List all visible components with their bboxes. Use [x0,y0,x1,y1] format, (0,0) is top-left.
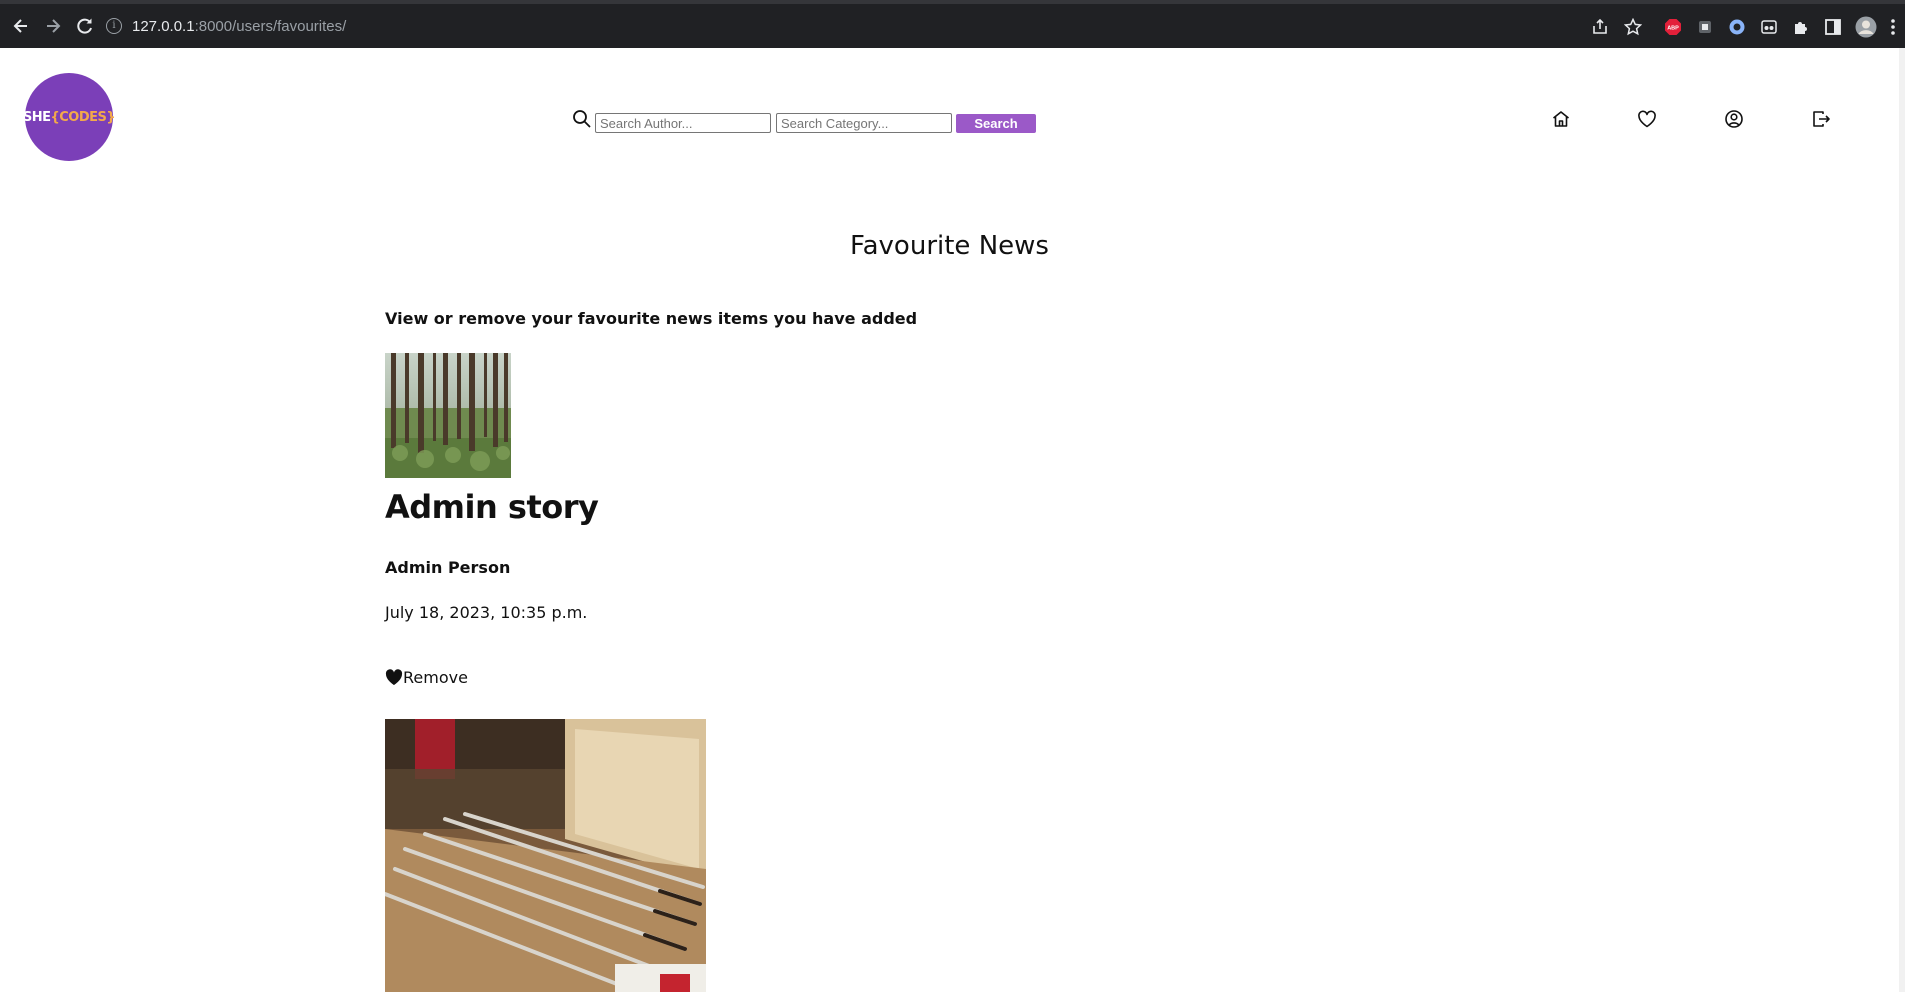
menu-icon[interactable] [1888,17,1898,37]
news-author: Admin Person [385,558,511,577]
page-title: Favourite News [850,231,1049,261]
extension-icon[interactable] [1696,18,1714,36]
logout-icon[interactable] [1810,108,1832,130]
url-path: :8000/users/favourites/ [194,17,347,35]
url-host: 127.0.0.1 [132,17,195,35]
sidebar-icon[interactable] [1824,18,1842,36]
info-icon[interactable]: i [106,18,122,34]
star-icon[interactable] [1624,18,1642,36]
news-title[interactable]: Admin story [385,488,599,526]
profile-avatar[interactable] [1855,16,1877,38]
logo[interactable]: SHE {CODES} [22,73,116,161]
page-subtitle: View or remove your favourite news items… [385,309,918,328]
remove-favourite-button[interactable]: Remove [385,668,468,687]
extension-icon[interactable] [1760,18,1778,36]
adblock-icon[interactable]: ABP [1664,18,1682,36]
search-category-input[interactable] [776,113,952,133]
puzzle-icon[interactable] [1792,18,1810,36]
heart-icon[interactable] [1636,108,1658,130]
news-date: July 18, 2023, 10:35 p.m. [385,603,588,622]
news-image-pens[interactable] [385,719,706,992]
logo-text-codes: {CODES} [50,109,116,125]
page-content: SHE{CODES} Search Favourite News View or… [0,48,1899,992]
search-author-input[interactable] [595,113,771,133]
logo-text-she: SHE [22,109,51,125]
search-icon [573,110,591,128]
user-icon[interactable] [1723,108,1745,130]
reload-icon[interactable] [74,15,96,37]
news-image-forest[interactable] [385,353,511,478]
search-button[interactable]: Search [956,114,1036,133]
share-icon[interactable] [1591,18,1609,36]
browser-toolbar: i 127.0.0.1:8000/users/favourites/ ABP [0,0,1905,48]
home-icon[interactable] [1550,108,1572,130]
remove-label: Remove [403,668,468,687]
extension-icon[interactable] [1728,18,1746,36]
back-icon[interactable] [10,15,32,37]
svg-text:ABP: ABP [1667,26,1679,32]
heart-filled-icon [385,669,403,685]
page-scrollbar[interactable] [1899,48,1905,992]
forward-icon[interactable] [42,15,64,37]
